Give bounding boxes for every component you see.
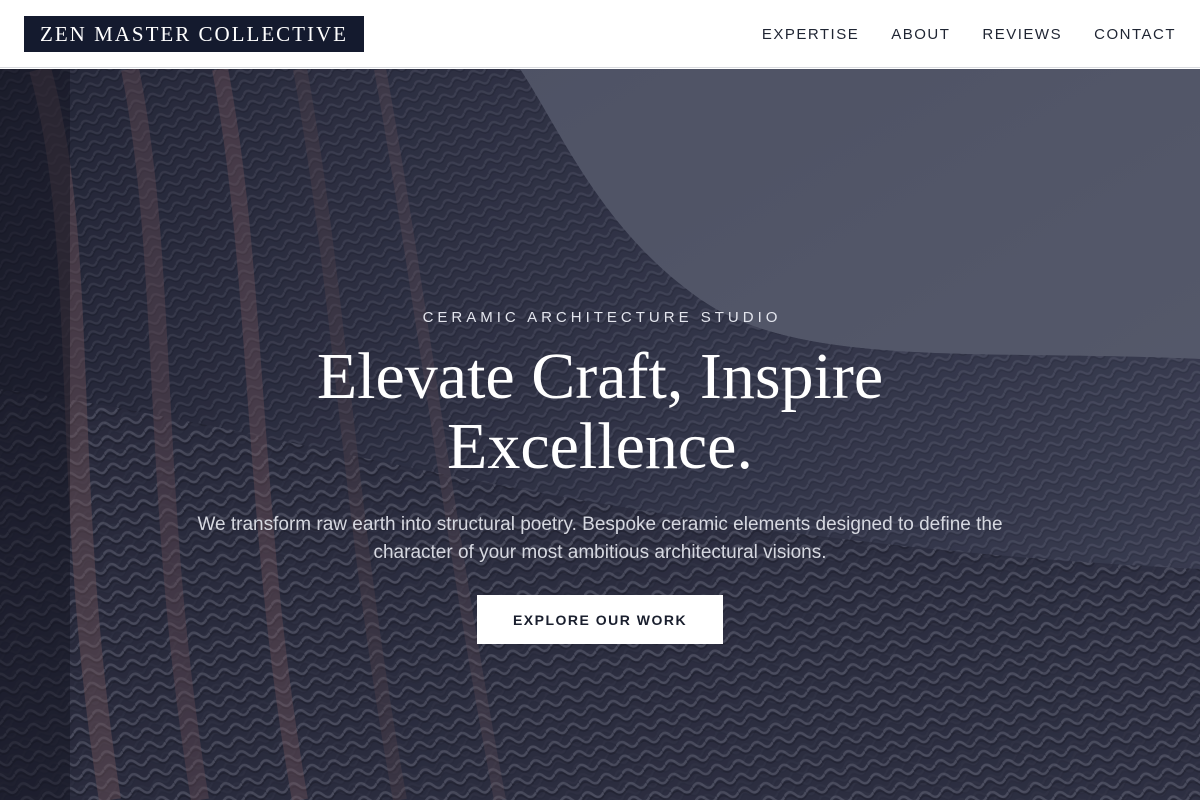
- hero-eyebrow: CERAMIC ARCHITECTURE STUDIO: [422, 309, 782, 326]
- nav-link-contact[interactable]: CONTACT: [1094, 26, 1176, 43]
- hero-headline: Elevate Craft, Inspire Excellence.: [316, 340, 884, 483]
- nav-link-reviews[interactable]: REVIEWS: [982, 26, 1062, 43]
- nav-link-expertise[interactable]: EXPERTISE: [762, 26, 859, 43]
- hero-section: CERAMIC ARCHITECTURE STUDIO Elevate Craf…: [0, 69, 1200, 800]
- nav-link-about[interactable]: ABOUT: [891, 26, 950, 43]
- site-header: ZEN MASTER COLLECTIVE EXPERTISE ABOUT RE…: [0, 0, 1200, 68]
- logo[interactable]: ZEN MASTER COLLECTIVE: [24, 16, 364, 52]
- hero-subtext: We transform raw earth into structural p…: [197, 514, 1003, 563]
- explore-our-work-button[interactable]: EXPLORE OUR WORK: [477, 595, 723, 644]
- main-nav: EXPERTISE ABOUT REVIEWS CONTACT: [762, 0, 1176, 68]
- hero-content: CERAMIC ARCHITECTURE STUDIO Elevate Craf…: [0, 69, 1200, 800]
